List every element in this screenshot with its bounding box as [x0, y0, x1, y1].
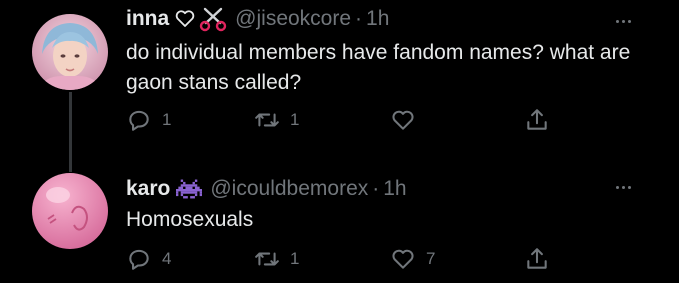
tweet[interactable]: karo @icouldbemorex · 1h Homosexuals 4 1… — [0, 165, 679, 283]
share-button[interactable] — [524, 107, 550, 133]
heart-icon — [392, 110, 414, 130]
share-button[interactable] — [524, 246, 550, 272]
reply-icon — [129, 249, 149, 270]
reply-button[interactable]: 1 — [126, 107, 171, 133]
like-button[interactable] — [390, 107, 426, 133]
reply-count: 4 — [162, 249, 172, 268]
display-name[interactable]: karo — [126, 177, 170, 201]
white-heart-icon — [175, 10, 195, 27]
separator-dot: · — [355, 7, 363, 30]
tweet-actions: 4 1 7 — [126, 246, 556, 274]
reply-button[interactable]: 4 — [126, 246, 171, 272]
reply-count: 1 — [162, 110, 172, 129]
retweet-icon — [255, 252, 279, 266]
name-emojis — [175, 6, 227, 32]
tweet[interactable]: inna @jiseokcore · 1h do individual memb… — [0, 0, 679, 160]
more-options-icon[interactable] — [616, 186, 631, 189]
tweet-header: karo @icouldbemorex · 1h — [126, 177, 407, 201]
scissors-icon — [199, 7, 227, 32]
share-icon — [527, 109, 547, 130]
tweet-actions: 1 1 — [126, 107, 556, 135]
share-icon — [527, 248, 547, 269]
tweet-text: do individual members have fandom names?… — [126, 41, 631, 94]
retweet-icon — [255, 113, 279, 127]
retweet-count: 1 — [290, 110, 300, 129]
separator-dot: · — [372, 177, 380, 200]
timestamp[interactable]: 1h — [383, 177, 406, 201]
tweet-header: inna @jiseokcore · 1h — [126, 6, 389, 32]
tweet-text: Homosexuals — [126, 208, 254, 231]
timestamp[interactable]: 1h — [366, 7, 389, 31]
name-emojis — [176, 179, 203, 199]
like-count: 7 — [426, 249, 436, 268]
reply-icon — [129, 110, 149, 131]
display-name[interactable]: inna — [126, 7, 169, 31]
user-handle[interactable]: @icouldbemorex — [210, 177, 368, 201]
avatar[interactable] — [32, 173, 108, 249]
retweet-count: 1 — [290, 249, 300, 268]
user-handle[interactable]: @jiseokcore — [235, 7, 351, 31]
retweet-button[interactable]: 1 — [254, 107, 299, 133]
heart-icon — [392, 249, 414, 269]
retweet-button[interactable]: 1 — [254, 246, 299, 272]
space-invader-icon — [176, 179, 203, 199]
avatar[interactable] — [32, 14, 108, 90]
like-button[interactable]: 7 — [390, 246, 435, 272]
more-options-icon[interactable] — [616, 20, 631, 23]
